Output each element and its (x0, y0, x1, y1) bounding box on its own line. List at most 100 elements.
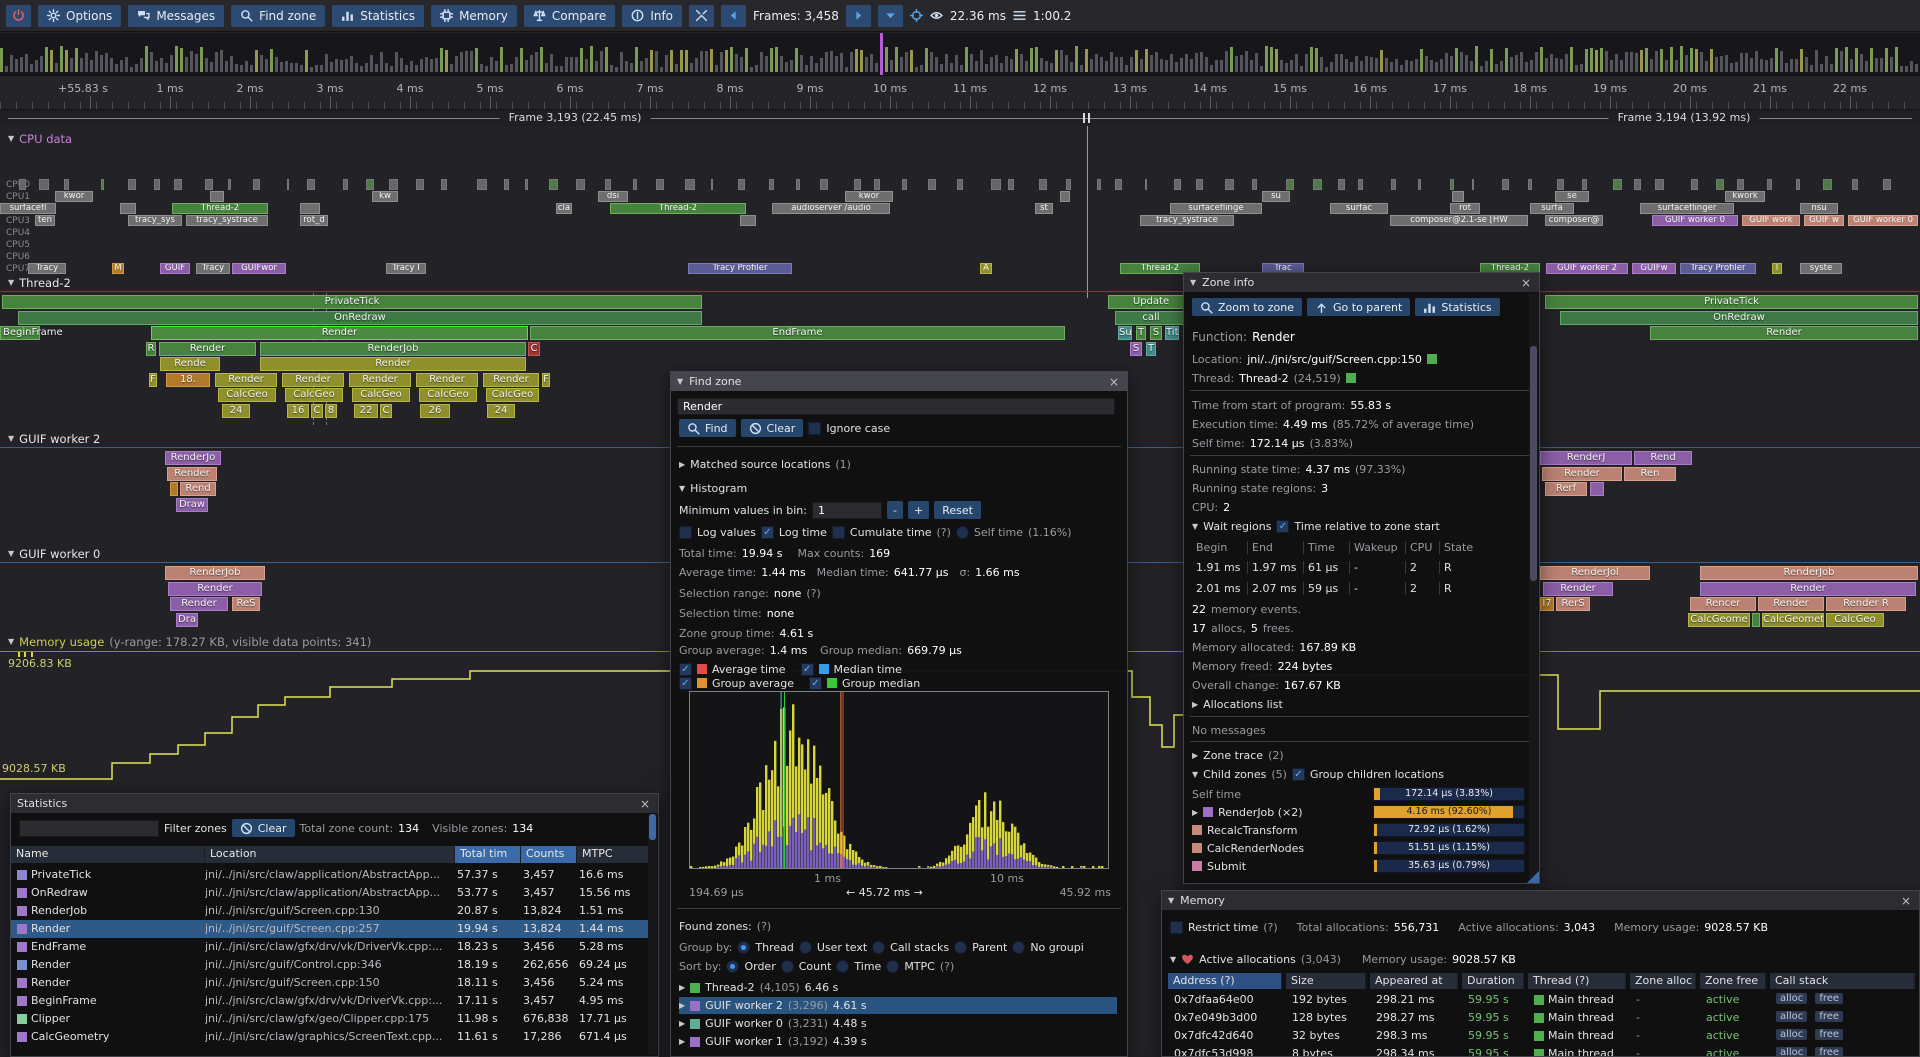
expand-icon[interactable]: ▶ (679, 983, 685, 992)
zone[interactable]: R (146, 342, 156, 356)
cumulate-time-checkbox[interactable]: ✓ (832, 526, 845, 539)
collapse-icon[interactable]: ▼ (8, 434, 14, 443)
cpu-segment[interactable] (874, 179, 880, 190)
zone[interactable]: Render R (1826, 597, 1906, 611)
wait-regions-header[interactable]: ▼ Wait regions ✓ Time relative to zone s… (1192, 518, 1440, 534)
cpu-segment[interactable] (253, 179, 260, 190)
cpu-segment[interactable] (1145, 179, 1147, 190)
stats-table-header[interactable]: Name Location Total tim Counts MTPC (11, 846, 651, 863)
cpu-segment[interactable] (366, 179, 374, 190)
find-zone-search-input[interactable]: Render (677, 398, 1115, 415)
statistics-button[interactable]: Statistics (332, 5, 424, 27)
cpu-segment[interactable]: rot (1450, 203, 1480, 214)
matched-source-locations[interactable]: ▶ Matched source locations (1) (679, 456, 851, 472)
frame-select-button[interactable] (878, 5, 903, 27)
cpu-segment[interactable]: Tracy (28, 263, 66, 274)
alloc-callstack-button[interactable]: alloc (1776, 1029, 1807, 1040)
cpu-segment[interactable]: surfac (1330, 203, 1388, 214)
cpu-segment[interactable] (1008, 179, 1015, 190)
zone[interactable]: Render (1758, 597, 1824, 611)
cpu-segment[interactable]: M (112, 263, 124, 274)
zone-trace-header[interactable]: ▶Zone trace(2) (1192, 747, 1284, 763)
cpu-segment[interactable]: GUIF work (1742, 215, 1800, 226)
cpu-segment[interactable] (1066, 179, 1072, 190)
cpu-segment[interactable]: ten (35, 215, 55, 226)
zone[interactable]: CalcGeo (285, 388, 343, 402)
find-zone-window[interactable]: ▼ Find zone × Render Find Clear ✓ Ignore… (670, 371, 1128, 1057)
found-zone-group[interactable]: ▶GUIF worker 2(3,296)4.61 s (679, 997, 1117, 1014)
cpu-segment[interactable] (1472, 179, 1474, 190)
cpu-segment[interactable]: Tracy Profiler (1680, 263, 1756, 274)
cpu-segment[interactable]: composer@2.1-se [HW (1390, 215, 1528, 226)
scrollbar-thumb[interactable] (649, 814, 656, 840)
zone[interactable]: Update (1108, 295, 1194, 309)
cpu-segment[interactable] (307, 179, 315, 190)
time-ruler[interactable]: +55.83 s 1 ms2 ms3 ms4 ms5 ms6 ms7 ms8 m… (0, 76, 1920, 110)
cpu-segment[interactable]: tracy_systrace (186, 215, 268, 226)
zone[interactable]: Rend (180, 482, 216, 496)
zone[interactable]: S (1130, 342, 1142, 356)
zone[interactable]: EndFrame (530, 326, 1065, 340)
zone[interactable]: CalcGeo (1826, 613, 1884, 627)
legend-checkbox[interactable]: ✓ (679, 663, 692, 676)
cpu-segment[interactable]: I (1772, 263, 1782, 274)
cpu-segment[interactable] (656, 179, 664, 190)
column-header-location[interactable]: Location (205, 846, 455, 863)
cpu-segment[interactable]: Tracy I (386, 263, 426, 274)
alloc-callstack-button[interactable]: alloc (1776, 1047, 1807, 1057)
ignore-case-checkbox[interactable]: ✓ (808, 422, 821, 435)
free-callstack-button[interactable]: free (1815, 1029, 1843, 1040)
expand-icon[interactable]: ▶ (1192, 808, 1198, 817)
cpu-segment[interactable] (64, 179, 69, 190)
cpu-segment[interactable] (300, 203, 320, 214)
cpu-segment[interactable]: GUIF worker 0 (1652, 215, 1738, 226)
zone[interactable]: RenderJol (1540, 566, 1650, 580)
zone[interactable]: Render (167, 467, 217, 481)
group-children-checkbox[interactable]: ✓ (1292, 768, 1305, 781)
cpu-segment[interactable]: audioserver /audio (772, 203, 890, 214)
time-relative-checkbox[interactable]: ✓ (1276, 520, 1289, 533)
zone[interactable]: Render (483, 373, 539, 387)
zone[interactable]: 22 (354, 404, 378, 418)
zone[interactable]: Dra (176, 613, 198, 627)
cpu-segment[interactable] (120, 203, 136, 214)
column-header-total-time[interactable]: Total tim (455, 846, 521, 863)
child-zones-header[interactable]: ▼ Child zones (5) ✓ Group children locat… (1192, 766, 1444, 782)
go-to-parent-button[interactable]: Go to parent (1307, 298, 1410, 316)
cpu-segment[interactable]: kw (372, 191, 398, 202)
cpu-segment[interactable]: GUIFwor (232, 263, 286, 274)
cpu-segment[interactable] (504, 179, 508, 190)
zone[interactable]: Rencer (1690, 597, 1756, 611)
find-button[interactable]: Find (679, 419, 736, 437)
collapse-icon[interactable]: ▼ (8, 134, 14, 143)
statistics-window[interactable]: Statistics × Filter zones Clear Total zo… (10, 793, 659, 1057)
min-bin-input[interactable]: 1 (812, 502, 882, 519)
cpu-segment[interactable] (1252, 179, 1257, 190)
cpu-segment[interactable] (1286, 179, 1294, 190)
memory-button[interactable]: Memory (431, 5, 517, 27)
cpu-segment[interactable] (210, 191, 224, 202)
cpu-segment[interactable] (1796, 179, 1801, 190)
thread-header[interactable]: ▼GUIF worker 2 (8, 431, 100, 446)
zone[interactable]: Ren (1624, 467, 1676, 481)
collapse-icon[interactable]: ▼ (8, 278, 14, 287)
close-icon[interactable]: × (1107, 375, 1121, 389)
child-zone-row[interactable]: ▶RenderJob (×2)4.16 ms (92.60%) (1192, 804, 1525, 820)
zone[interactable]: 24 (487, 404, 515, 418)
found-zone-group[interactable]: ▶Thread-2(4,105)6.46 s (679, 979, 1117, 996)
cpu-segment[interactable] (1115, 179, 1122, 190)
zone[interactable]: Rerf (1545, 482, 1587, 496)
zone[interactable]: S (1150, 326, 1162, 340)
table-row[interactable]: CalcGeometryjni/../jni/src/claw/graphics… (11, 1028, 651, 1046)
filter-zones-input[interactable] (19, 820, 159, 837)
collapse-icon[interactable]: ▼ (1168, 896, 1174, 905)
legend-checkbox[interactable]: ✓ (679, 677, 692, 690)
column-header-mtpc[interactable]: MTPC (577, 846, 651, 863)
cpu-segment[interactable] (1060, 191, 1070, 202)
collapse-icon[interactable]: ▼ (1190, 278, 1196, 287)
zone[interactable]: call (1115, 311, 1187, 325)
cpu-segment[interactable] (1338, 179, 1344, 190)
alloc-callstack-button[interactable]: alloc (1776, 1011, 1807, 1022)
table-row[interactable]: PrivateTickjni/../jni/src/claw/applicati… (11, 866, 651, 884)
cpu-segment[interactable]: Tracy Profiler (688, 263, 792, 274)
